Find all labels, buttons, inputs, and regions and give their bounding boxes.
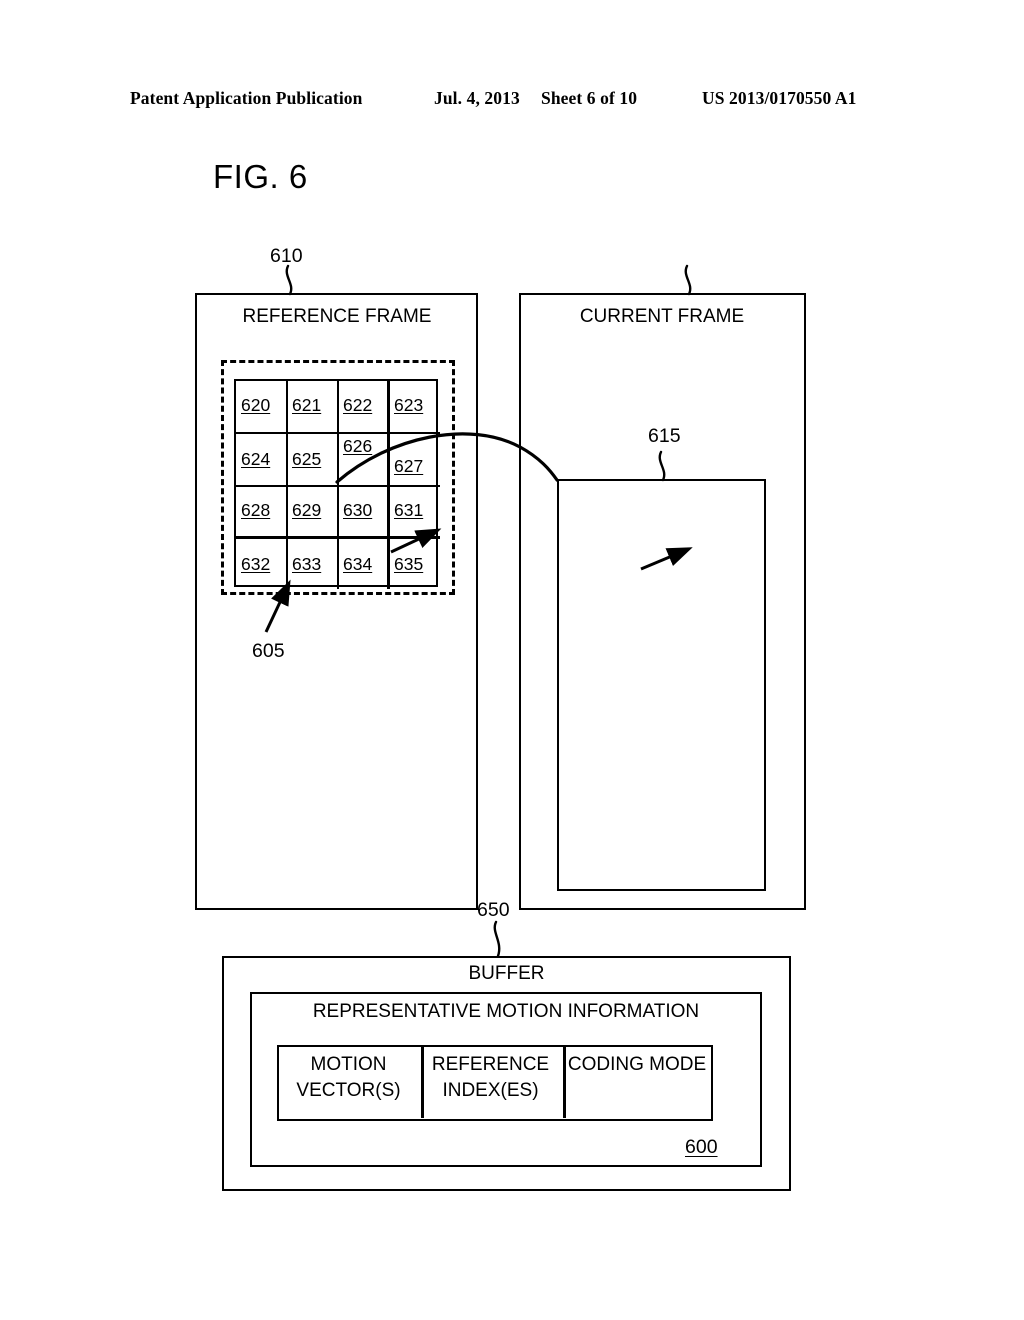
sheet-number: Sheet 6 of 10 xyxy=(541,88,638,108)
macroblock-label-635: 635 xyxy=(394,554,424,574)
macroblock-label-624: 624 xyxy=(241,449,271,469)
macroblock-label-633: 633 xyxy=(292,554,322,574)
publication-date: Jul. 4, 2013 xyxy=(434,88,520,108)
grid-line-h1 xyxy=(236,431,440,435)
field-motion-vectors-line2: VECTOR(S) xyxy=(296,1080,401,1101)
leader-line-610 xyxy=(285,264,293,296)
macroblock-label-630: 630 xyxy=(343,500,373,520)
macroblock-label-620: 620 xyxy=(241,395,271,415)
diagram-id-600: 600 xyxy=(685,1136,718,1158)
reference-frame-label: REFERENCE FRAME xyxy=(242,306,432,327)
callout-605: 605 xyxy=(252,640,285,662)
current-frame-label: CURRENT FRAME xyxy=(579,306,745,327)
macroblock-label-622: 622 xyxy=(343,395,373,415)
grid-line-h2 xyxy=(236,484,440,487)
macroblock-label-632: 632 xyxy=(241,554,271,574)
patent-header: Patent Application Publication Jul. 4, 2… xyxy=(0,88,1024,114)
representative-motion-information-label: REPRESENTATIVE MOTION INFORMATION xyxy=(312,1001,700,1022)
callout-610: 610 xyxy=(270,245,303,267)
macroblock-label-621: 621 xyxy=(292,395,322,415)
publication-title: Patent Application Publication xyxy=(130,88,363,108)
macroblock-label-631: 631 xyxy=(394,500,424,520)
macroblock-label-625: 625 xyxy=(292,449,322,469)
field-coding-mode-line1: CODING MODE xyxy=(567,1054,707,1075)
field-motion-vectors-line1: MOTION xyxy=(310,1054,387,1075)
macroblock-label-626: 626 xyxy=(343,436,373,456)
figure-title: FIG. 6 xyxy=(213,158,308,195)
field-reference-index-line2: INDEX(ES) xyxy=(442,1080,539,1101)
patent-number: US 2013/0170550 A1 xyxy=(702,88,857,108)
macroblock-label-627: 627 xyxy=(394,456,424,476)
callout-615: 615 xyxy=(648,425,681,447)
callout-650: 650 xyxy=(477,899,510,921)
leader-line-650 xyxy=(493,920,501,958)
field-reference-index-line1: REFERENCE xyxy=(431,1054,550,1075)
buffer-label: BUFFER xyxy=(468,963,545,984)
leader-line-615 xyxy=(684,264,692,296)
macroblock-label-628: 628 xyxy=(241,500,271,520)
grid-line-h3 xyxy=(236,536,440,539)
macroblock-label-623: 623 xyxy=(394,395,424,415)
current-frame-region-box xyxy=(557,479,766,891)
macroblock-label-634: 634 xyxy=(343,554,373,574)
macroblock-label-629: 629 xyxy=(292,500,322,520)
